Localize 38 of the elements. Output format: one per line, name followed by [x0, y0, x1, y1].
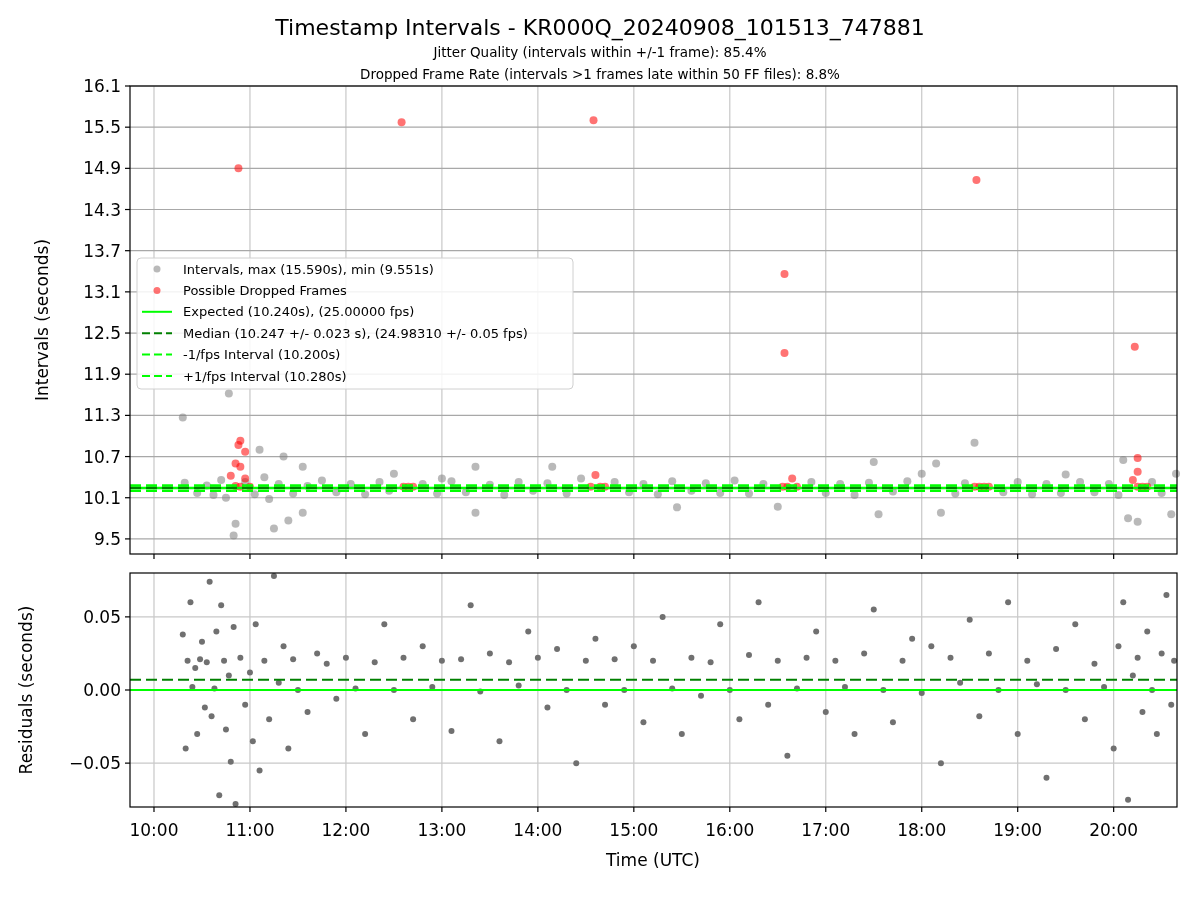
- tick-label: 12.5: [83, 323, 121, 344]
- legend-label: Median (10.247 +/- 0.023 s), (24.98310 +/- 0.05 fps): [183, 325, 528, 341]
- chart-title: Timestamp Intervals - KR000Q_20240908_101513_747881: [275, 15, 925, 41]
- legend-label: Intervals, max (15.590s), min (9.551s): [183, 261, 434, 277]
- chart-subtitle: Jitter Quality (intervals within +/-1 frame): 85.4%: [433, 43, 767, 62]
- legend-label: -1/fps Interval (10.200s): [183, 347, 341, 363]
- tick-label: 17:00: [801, 820, 851, 840]
- tick-label: 14.3: [83, 199, 121, 220]
- tick-label: 20:00: [1089, 820, 1139, 840]
- tick-label: 0.00: [83, 680, 121, 700]
- tick-label: 19:00: [993, 820, 1043, 840]
- tick-label: 11:00: [225, 820, 275, 840]
- tick-label: 9.5: [93, 528, 121, 549]
- tick-label: 0.05: [83, 606, 121, 627]
- tick-label: 15.5: [83, 117, 121, 138]
- legend-label: Possible Dropped Frames: [183, 282, 347, 298]
- tick-label: 14:00: [513, 820, 563, 840]
- tick-label: 12:00: [321, 820, 371, 840]
- tick-label: 10.1: [83, 487, 121, 508]
- tick-label: 11.9: [83, 364, 121, 385]
- tick-label: 10.7: [83, 446, 121, 467]
- legend-label: +1/fps Interval (10.280s): [183, 368, 347, 384]
- tick-label: 13:00: [417, 820, 467, 840]
- tick-label: 18:00: [897, 820, 947, 840]
- legend-label: Expected (10.240s), (25.00000 fps): [183, 304, 415, 320]
- tick-label: 13.7: [83, 240, 121, 261]
- tick-label: 11.3: [83, 405, 121, 426]
- axis-label: Residuals (seconds): [16, 605, 36, 775]
- chart-subtitle: Dropped Frame Rate (intervals >1 frames late within 50 FF files): 8.8%: [360, 65, 840, 84]
- tick-label: 16.1: [83, 76, 121, 96]
- tick-label: 16:00: [705, 820, 755, 840]
- tick-label: 15:00: [609, 820, 659, 840]
- tick-label: −0.05: [68, 753, 121, 774]
- tick-label: 14.9: [83, 158, 121, 179]
- tick-label: 10:00: [129, 820, 179, 840]
- axis-label: Time (UTC): [606, 850, 700, 870]
- axis-label: Intervals (seconds): [32, 238, 52, 402]
- tick-label: 13.1: [83, 281, 121, 302]
